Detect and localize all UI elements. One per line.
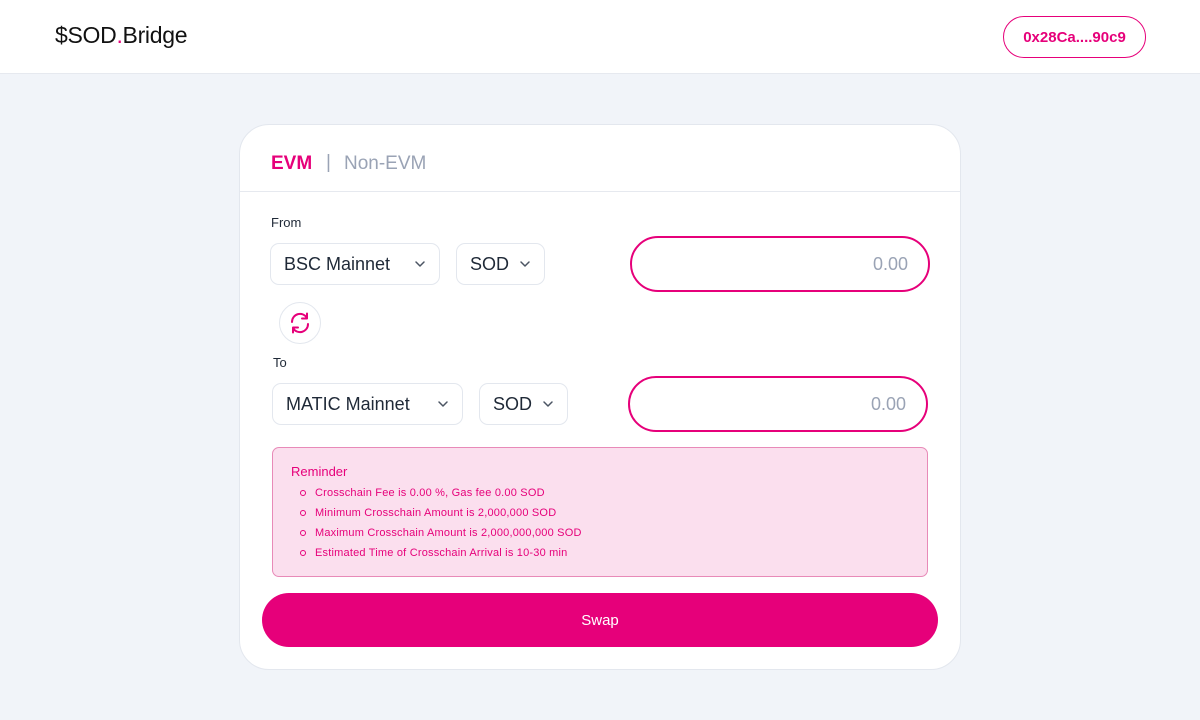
reminder-item: Maximum Crosschain Amount is 2,000,000,0… — [291, 523, 909, 543]
to-token-value: SOD — [493, 393, 533, 414]
to-network-value: MATIC Mainnet — [286, 393, 410, 414]
logo-prefix: $SOD — [55, 22, 117, 48]
reminder-item: Crosschain Fee is 0.00 %, Gas fee 0.00 S… — [291, 483, 909, 503]
from-token-value: SOD — [470, 253, 510, 274]
from-label: From — [271, 215, 302, 230]
chain-type-tabs: EVM | Non-EVM — [240, 125, 960, 192]
chevron-down-icon — [438, 401, 448, 407]
chevron-down-icon — [520, 261, 530, 267]
tab-non-evm[interactable]: Non-EVM — [344, 153, 426, 175]
swap-direction-button[interactable] — [279, 302, 321, 344]
logo-suffix: Bridge — [122, 22, 188, 48]
reminder-list: Crosschain Fee is 0.00 %, Gas fee 0.00 S… — [291, 483, 909, 563]
wallet-address-button[interactable]: 0x28Ca....90c9 — [1003, 16, 1146, 58]
to-network-select[interactable]: MATIC Mainnet — [272, 383, 463, 425]
swap-button[interactable]: Swap — [262, 593, 938, 647]
to-amount-input[interactable] — [628, 376, 928, 432]
reminder-title: Reminder — [291, 464, 348, 479]
reminder-item: Estimated Time of Crosschain Arrival is … — [291, 543, 909, 563]
reminder-item: Minimum Crosschain Amount is 2,000,000 S… — [291, 503, 909, 523]
tab-evm[interactable]: EVM — [271, 153, 312, 175]
reminder-box: Reminder Crosschain Fee is 0.00 %, Gas f… — [272, 447, 928, 577]
to-label: To — [273, 355, 287, 370]
to-token-select[interactable]: SOD — [479, 383, 568, 425]
tab-separator: | — [326, 152, 331, 173]
logo[interactable]: $SOD.Bridge — [55, 22, 188, 49]
top-header: $SOD.Bridge 0x28Ca....90c9 — [0, 0, 1200, 74]
chevron-down-icon — [543, 401, 553, 407]
from-token-select[interactable]: SOD — [456, 243, 545, 285]
from-amount-input[interactable] — [630, 236, 930, 292]
swap-direction-icon — [290, 312, 310, 334]
chevron-down-icon — [415, 261, 425, 267]
from-network-value: BSC Mainnet — [284, 253, 391, 274]
from-network-select[interactable]: BSC Mainnet — [270, 243, 440, 285]
bridge-card: EVM | Non-EVM From BSC Mainnet SOD To MA… — [239, 124, 961, 670]
